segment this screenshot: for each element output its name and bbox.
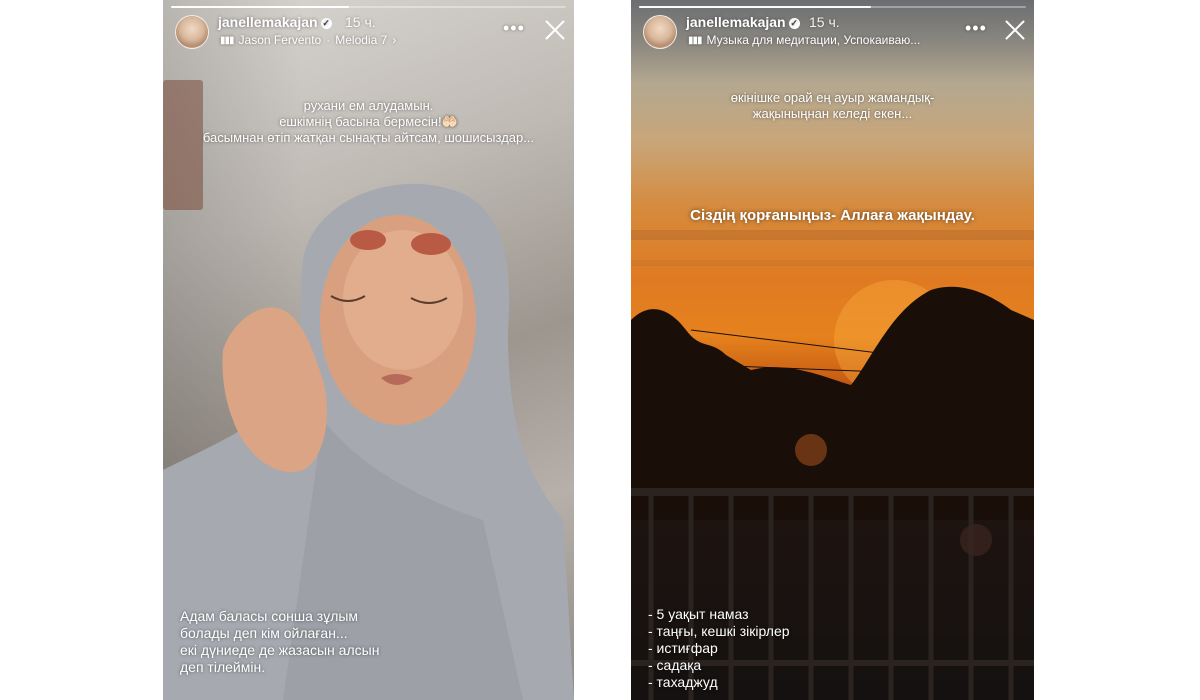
caption-line: басымнан өтіп жатқан сынақты айтсам, шош… xyxy=(202,130,535,145)
music-icon: ▮▮▮ xyxy=(220,34,234,46)
username-label[interactable]: janellemakajan ✓ xyxy=(218,14,332,30)
caption-line: деп тілеймін. xyxy=(180,659,266,675)
more-icon[interactable]: ••• xyxy=(503,18,525,39)
music-label[interactable]: ▮▮▮ Музыка для медитации, Успокаиваю... xyxy=(688,33,920,47)
list-item: - 5 уақыт намаз xyxy=(648,606,749,622)
username-text[interactable]: janellemakajan xyxy=(686,14,786,30)
more-icon[interactable]: ••• xyxy=(965,18,987,39)
username-label[interactable]: janellemakajan ✓ xyxy=(686,14,800,30)
verified-icon: ✓ xyxy=(320,18,332,29)
list-item: - тахаджуд xyxy=(648,674,718,690)
music-label[interactable]: ▮▮▮ Jason Fervento · Melodia 7 › xyxy=(220,33,396,47)
music-artist: Jason Fervento xyxy=(238,33,322,47)
caption-line: ешкімнің басына бермесін!🤲🏻 xyxy=(279,114,458,129)
story-caption-middle: Сіздің қорғаныңыз- Аллаға жақындау. xyxy=(690,207,975,224)
list-item: - истиғфар xyxy=(648,640,718,656)
caption-line: рухани ем алудамын. xyxy=(303,98,434,113)
story-card-1[interactable]: janellemakajan ✓ 15 ч. ▮▮▮ Jason Fervento… xyxy=(163,0,574,700)
post-time: 15 ч. xyxy=(345,14,376,30)
avatar[interactable] xyxy=(175,15,209,49)
username-text[interactable]: janellemakajan xyxy=(218,14,318,30)
story-caption-top: өкінішке орай ең ауыр жамандық- жақыныңн… xyxy=(631,90,1034,122)
music-title: Музыка для медитации, Успокаиваю... xyxy=(706,33,921,47)
caption-line: екі дүниеде де жазасын алсын xyxy=(180,642,380,658)
close-icon[interactable] xyxy=(544,19,566,41)
story-caption-top: рухани ем алудамын. ешкімнің басына берм… xyxy=(163,98,574,146)
music-track: Melodia 7 xyxy=(335,33,388,47)
story-progress-bar xyxy=(171,6,566,8)
story-caption-bottom: Адам баласы сонша зұлым болады деп кім о… xyxy=(180,608,379,676)
music-icon: ▮▮▮ xyxy=(688,34,702,46)
close-icon[interactable] xyxy=(1004,19,1026,41)
story-card-2[interactable]: janellemakajan ✓ 15 ч. ▮▮▮ Музыка для мед… xyxy=(631,0,1034,700)
story-progress-bar xyxy=(639,6,1026,8)
chevron-right-icon: › xyxy=(392,33,397,47)
verified-icon: ✓ xyxy=(788,18,800,29)
list-item: - садақа xyxy=(648,657,702,673)
caption-line: болады деп кім ойлаған... xyxy=(180,625,348,641)
story-caption-list: - 5 уақыт намаз - таңғы, кешкі зікірлер … xyxy=(648,606,790,691)
list-item: - таңғы, кешкі зікірлер xyxy=(648,623,790,639)
caption-line: өкінішке орай ең ауыр жамандық- xyxy=(730,90,935,105)
caption-line: Адам баласы сонша зұлым xyxy=(180,608,359,624)
post-time: 15 ч. xyxy=(809,14,840,30)
avatar[interactable] xyxy=(643,15,677,49)
caption-line: жақыныңнан келеді екен... xyxy=(752,106,913,121)
